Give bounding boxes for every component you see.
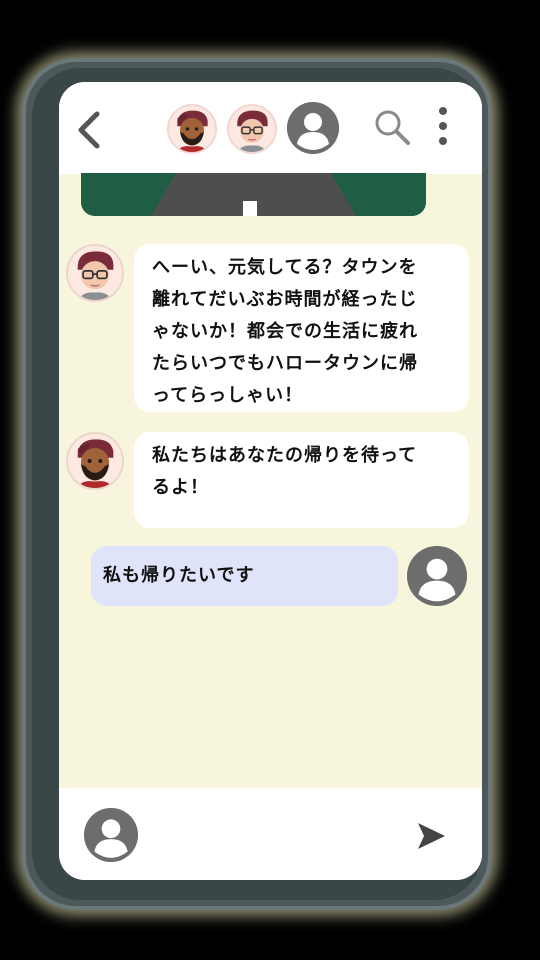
message-line: 私も帰りたいです bbox=[103, 565, 255, 586]
message-composer bbox=[59, 788, 482, 880]
avatar-default-user-icon[interactable] bbox=[407, 546, 467, 606]
message-line: るよ！ bbox=[152, 477, 209, 498]
message-bubble-outgoing: 私も帰りたいです bbox=[91, 546, 398, 606]
send-icon[interactable] bbox=[415, 820, 447, 852]
shared-image-preview[interactable] bbox=[81, 173, 426, 216]
message-bubble-incoming: 私たちはあなたの帰りを待って るよ！ bbox=[134, 432, 469, 528]
message-line: 私たちはあなたの帰りを待って bbox=[152, 445, 418, 466]
chat-screen: へーい、元気してる？タウンを 離れてだいぶお時間が経ったじ ゃないか！都会での生… bbox=[59, 82, 482, 880]
avatar-default-user-icon[interactable] bbox=[84, 808, 138, 862]
avatar-glasses-man-icon[interactable] bbox=[66, 244, 124, 302]
message-line: ってらっしゃい！ bbox=[152, 385, 304, 406]
avatar-bearded-man-icon[interactable] bbox=[167, 104, 217, 154]
message-line: ゃないか！都会での生活に疲れ bbox=[152, 321, 418, 342]
chevron-left-icon[interactable] bbox=[73, 110, 105, 150]
message-line: たらいつでもハロータウンに帰 bbox=[152, 353, 418, 374]
message-bubble-incoming: へーい、元気してる？タウンを 離れてだいぶお時間が経ったじ ゃないか！都会での生… bbox=[134, 244, 469, 412]
avatar-bearded-man-icon[interactable] bbox=[66, 432, 124, 490]
avatar-glasses-man-icon[interactable] bbox=[227, 104, 277, 154]
avatar-default-user-icon[interactable] bbox=[287, 102, 339, 154]
chat-header bbox=[59, 82, 482, 174]
more-vertical-icon[interactable] bbox=[437, 104, 449, 150]
message-line: へーい、元気してる？タウンを bbox=[152, 257, 418, 278]
search-icon[interactable] bbox=[373, 108, 411, 146]
message-line: 離れてだいぶお時間が経ったじ bbox=[152, 289, 418, 310]
